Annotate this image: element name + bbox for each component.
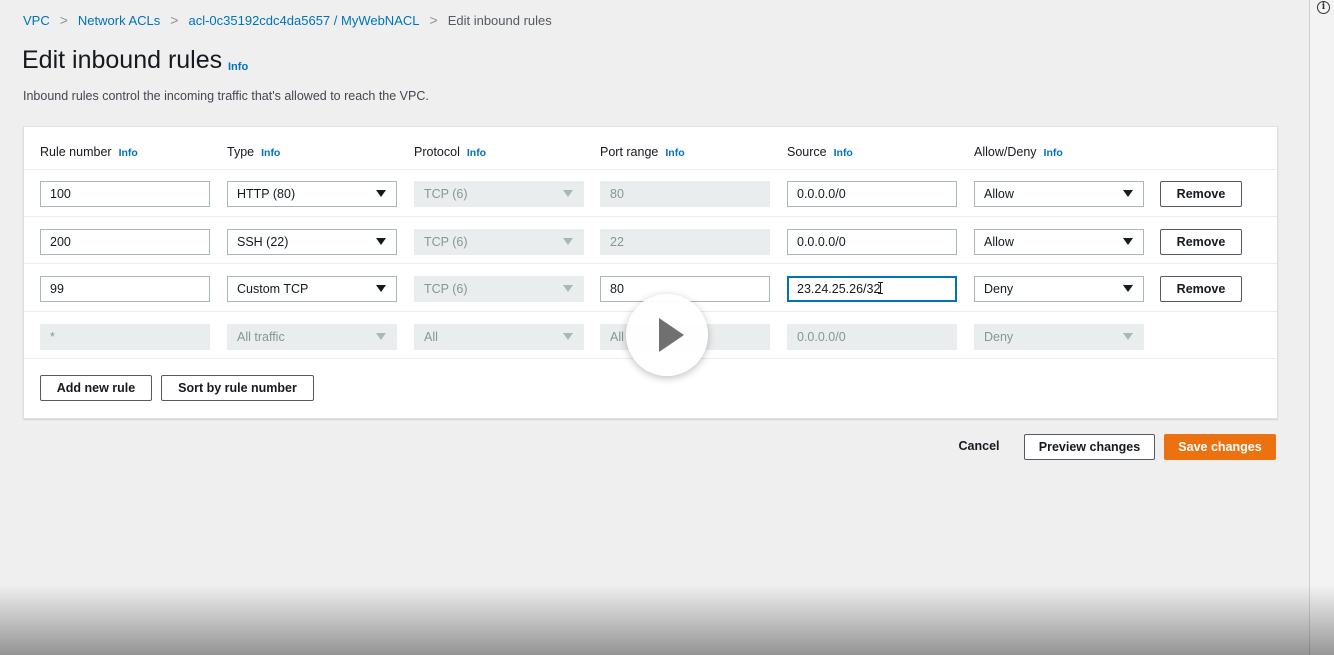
caret-down-icon — [1123, 333, 1133, 340]
row-divider — [24, 169, 1277, 170]
text-cursor-icon — [878, 282, 883, 294]
rules-panel: Rule number Info Type Info Protocol Info Po… — [23, 126, 1278, 419]
caret-down-icon — [563, 285, 573, 292]
header-rule-number: Rule number Info — [40, 145, 138, 159]
caret-down-icon — [1123, 285, 1133, 292]
row-divider — [24, 216, 1277, 217]
protocol-select: TCP (6) — [414, 181, 584, 207]
caret-down-icon — [376, 285, 386, 292]
header-source: Source Info — [787, 145, 853, 159]
info-link[interactable]: Info — [834, 147, 853, 159]
caret-down-icon — [376, 190, 386, 197]
protocol-select: All — [414, 324, 584, 350]
sort-by-rule-number-button[interactable]: Sort by rule number — [161, 375, 314, 401]
add-new-rule-button[interactable]: Add new rule — [40, 375, 152, 401]
caret-down-icon — [563, 333, 573, 340]
cancel-button[interactable]: Cancel — [950, 434, 1008, 460]
allow-deny-select: Deny — [974, 324, 1144, 350]
breadcrumb-acl[interactable]: acl-0c35192cdc4da5657 / MyWebNACL — [188, 13, 419, 28]
chevron-right-icon: > — [429, 12, 438, 28]
port-range-input: 80 — [600, 181, 770, 207]
remove-button[interactable]: Remove — [1160, 181, 1242, 207]
save-changes-button[interactable]: Save changes — [1164, 434, 1276, 460]
breadcrumb-network-acls[interactable]: Network ACLs — [78, 13, 160, 28]
breadcrumb-vpc[interactable]: VPC — [23, 13, 50, 28]
rule-number-input[interactable]: 100 — [40, 181, 210, 207]
caret-down-icon — [1123, 190, 1133, 197]
play-icon — [659, 318, 684, 352]
type-select: All traffic — [227, 324, 397, 350]
row-divider — [24, 263, 1277, 264]
remove-button[interactable]: Remove — [1160, 229, 1242, 255]
caret-down-icon — [376, 238, 386, 245]
header-type: Type Info — [227, 145, 281, 159]
info-link[interactable]: Info — [467, 147, 486, 159]
caret-down-icon — [376, 333, 386, 340]
page-title: Edit inbound rules — [22, 46, 223, 74]
type-select[interactable]: HTTP (80) — [227, 181, 397, 207]
page-description: Inbound rules control the incoming traff… — [23, 89, 429, 103]
info-link[interactable]: Info — [261, 147, 280, 159]
protocol-select: TCP (6) — [414, 276, 584, 302]
type-select[interactable]: SSH (22) — [227, 229, 397, 255]
allow-deny-select[interactable]: Deny — [974, 276, 1144, 302]
chevron-right-icon: > — [59, 12, 68, 28]
video-bottom-gradient — [0, 585, 1334, 655]
info-link[interactable]: Info — [1044, 147, 1063, 159]
source-input[interactable]: 0.0.0.0/0 — [787, 229, 957, 255]
breadcrumb: VPC > Network ACLs > acl-0c35192cdc4da56… — [23, 12, 552, 28]
rule-number-input[interactable]: 200 — [40, 229, 210, 255]
info-circle-icon[interactable]: i — [1317, 1, 1330, 14]
header-port-range: Port range Info — [600, 145, 685, 159]
breadcrumb-current: Edit inbound rules — [447, 12, 552, 28]
info-link[interactable]: Info — [119, 147, 138, 159]
port-range-input: 22 — [600, 229, 770, 255]
allow-deny-select[interactable]: Allow — [974, 229, 1144, 255]
rule-number-input: * — [40, 324, 210, 350]
header-protocol: Protocol Info — [414, 145, 487, 159]
right-help-panel: i — [1309, 0, 1334, 655]
remove-button[interactable]: Remove — [1160, 276, 1242, 302]
rule-number-input[interactable]: 99 — [40, 276, 210, 302]
caret-down-icon — [1123, 238, 1133, 245]
allow-deny-select[interactable]: Allow — [974, 181, 1144, 207]
type-select[interactable]: Custom TCP — [227, 276, 397, 302]
video-play-button[interactable] — [626, 294, 708, 376]
info-link[interactable]: Info — [665, 147, 684, 159]
chevron-right-icon: > — [170, 12, 179, 28]
protocol-select: TCP (6) — [414, 229, 584, 255]
title-info-link[interactable]: Info — [228, 61, 248, 73]
source-input[interactable]: 0.0.0.0/0 — [787, 181, 957, 207]
header-allow-deny: Allow/Deny Info — [974, 145, 1063, 159]
caret-down-icon — [563, 190, 573, 197]
source-input: 0.0.0.0/0 — [787, 324, 957, 350]
preview-changes-button[interactable]: Preview changes — [1024, 434, 1155, 460]
caret-down-icon — [563, 238, 573, 245]
source-input[interactable]: 23.24.25.26/32 — [787, 276, 957, 302]
